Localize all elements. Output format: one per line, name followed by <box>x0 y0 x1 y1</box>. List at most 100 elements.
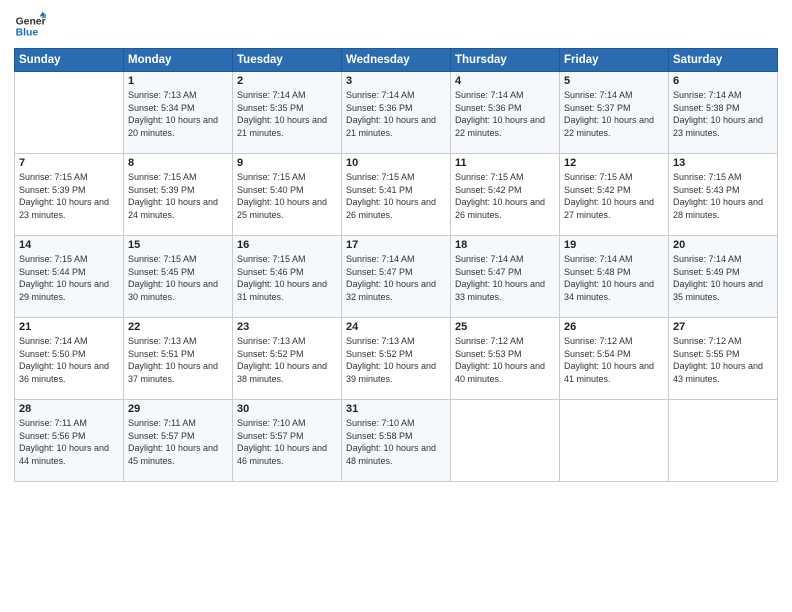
calendar-cell: 25 Sunrise: 7:12 AM Sunset: 5:53 PM Dayl… <box>451 318 560 400</box>
daylight-label: Daylight: 10 hours and 34 minutes. <box>564 279 654 302</box>
daylight-label: Daylight: 10 hours and 33 minutes. <box>455 279 545 302</box>
calendar-cell: 3 Sunrise: 7:14 AM Sunset: 5:36 PM Dayli… <box>342 72 451 154</box>
calendar-week-row: 21 Sunrise: 7:14 AM Sunset: 5:50 PM Dayl… <box>15 318 778 400</box>
header: General Blue <box>14 10 778 42</box>
day-number: 27 <box>673 321 773 333</box>
calendar-cell: 4 Sunrise: 7:14 AM Sunset: 5:36 PM Dayli… <box>451 72 560 154</box>
day-number: 21 <box>19 321 119 333</box>
weekday-header: Saturday <box>669 49 778 72</box>
sunset-label: Sunset: 5:34 PM <box>128 103 195 113</box>
calendar-week-row: 1 Sunrise: 7:13 AM Sunset: 5:34 PM Dayli… <box>15 72 778 154</box>
sunset-label: Sunset: 5:56 PM <box>19 431 86 441</box>
calendar-cell: 14 Sunrise: 7:15 AM Sunset: 5:44 PM Dayl… <box>15 236 124 318</box>
daylight-label: Daylight: 10 hours and 37 minutes. <box>128 361 218 384</box>
day-number: 11 <box>455 157 555 169</box>
day-info: Sunrise: 7:10 AM Sunset: 5:58 PM Dayligh… <box>346 417 446 467</box>
calendar-cell <box>15 72 124 154</box>
sunset-label: Sunset: 5:39 PM <box>128 185 195 195</box>
calendar-cell: 18 Sunrise: 7:14 AM Sunset: 5:47 PM Dayl… <box>451 236 560 318</box>
logo: General Blue <box>14 10 46 42</box>
calendar-body: 1 Sunrise: 7:13 AM Sunset: 5:34 PM Dayli… <box>15 72 778 482</box>
calendar-header-row: SundayMondayTuesdayWednesdayThursdayFrid… <box>15 49 778 72</box>
calendar-cell <box>669 400 778 482</box>
sunrise-label: Sunrise: 7:12 AM <box>455 336 524 346</box>
calendar-cell: 6 Sunrise: 7:14 AM Sunset: 5:38 PM Dayli… <box>669 72 778 154</box>
day-info: Sunrise: 7:12 AM Sunset: 5:54 PM Dayligh… <box>564 335 664 385</box>
day-info: Sunrise: 7:15 AM Sunset: 5:42 PM Dayligh… <box>564 171 664 221</box>
calendar-cell: 1 Sunrise: 7:13 AM Sunset: 5:34 PM Dayli… <box>124 72 233 154</box>
weekday-header: Sunday <box>15 49 124 72</box>
calendar-cell: 27 Sunrise: 7:12 AM Sunset: 5:55 PM Dayl… <box>669 318 778 400</box>
sunrise-label: Sunrise: 7:13 AM <box>237 336 306 346</box>
day-number: 15 <box>128 239 228 251</box>
sunrise-label: Sunrise: 7:15 AM <box>237 172 306 182</box>
day-info: Sunrise: 7:15 AM Sunset: 5:42 PM Dayligh… <box>455 171 555 221</box>
day-number: 1 <box>128 75 228 87</box>
weekday-header: Friday <box>560 49 669 72</box>
daylight-label: Daylight: 10 hours and 32 minutes. <box>346 279 436 302</box>
daylight-label: Daylight: 10 hours and 31 minutes. <box>237 279 327 302</box>
calendar-cell: 17 Sunrise: 7:14 AM Sunset: 5:47 PM Dayl… <box>342 236 451 318</box>
daylight-label: Daylight: 10 hours and 35 minutes. <box>673 279 763 302</box>
day-info: Sunrise: 7:11 AM Sunset: 5:57 PM Dayligh… <box>128 417 228 467</box>
sunset-label: Sunset: 5:55 PM <box>673 349 740 359</box>
day-number: 14 <box>19 239 119 251</box>
day-number: 26 <box>564 321 664 333</box>
calendar-cell: 24 Sunrise: 7:13 AM Sunset: 5:52 PM Dayl… <box>342 318 451 400</box>
day-number: 22 <box>128 321 228 333</box>
daylight-label: Daylight: 10 hours and 43 minutes. <box>673 361 763 384</box>
calendar-cell: 26 Sunrise: 7:12 AM Sunset: 5:54 PM Dayl… <box>560 318 669 400</box>
calendar-cell: 13 Sunrise: 7:15 AM Sunset: 5:43 PM Dayl… <box>669 154 778 236</box>
daylight-label: Daylight: 10 hours and 21 minutes. <box>346 115 436 138</box>
day-number: 12 <box>564 157 664 169</box>
daylight-label: Daylight: 10 hours and 40 minutes. <box>455 361 545 384</box>
day-info: Sunrise: 7:15 AM Sunset: 5:45 PM Dayligh… <box>128 253 228 303</box>
sunrise-label: Sunrise: 7:14 AM <box>19 336 88 346</box>
daylight-label: Daylight: 10 hours and 36 minutes. <box>19 361 109 384</box>
day-number: 6 <box>673 75 773 87</box>
sunrise-label: Sunrise: 7:15 AM <box>455 172 524 182</box>
sunrise-label: Sunrise: 7:14 AM <box>673 254 742 264</box>
sunrise-label: Sunrise: 7:15 AM <box>673 172 742 182</box>
sunset-label: Sunset: 5:52 PM <box>346 349 413 359</box>
sunset-label: Sunset: 5:47 PM <box>346 267 413 277</box>
calendar-table: SundayMondayTuesdayWednesdayThursdayFrid… <box>14 48 778 482</box>
sunrise-label: Sunrise: 7:13 AM <box>128 90 197 100</box>
day-number: 29 <box>128 403 228 415</box>
calendar-cell: 10 Sunrise: 7:15 AM Sunset: 5:41 PM Dayl… <box>342 154 451 236</box>
svg-text:Blue: Blue <box>16 28 39 39</box>
sunset-label: Sunset: 5:44 PM <box>19 267 86 277</box>
day-number: 9 <box>237 157 337 169</box>
day-number: 19 <box>564 239 664 251</box>
day-info: Sunrise: 7:14 AM Sunset: 5:47 PM Dayligh… <box>346 253 446 303</box>
sunrise-label: Sunrise: 7:15 AM <box>128 172 197 182</box>
calendar-week-row: 28 Sunrise: 7:11 AM Sunset: 5:56 PM Dayl… <box>15 400 778 482</box>
day-number: 3 <box>346 75 446 87</box>
day-info: Sunrise: 7:10 AM Sunset: 5:57 PM Dayligh… <box>237 417 337 467</box>
calendar-cell: 23 Sunrise: 7:13 AM Sunset: 5:52 PM Dayl… <box>233 318 342 400</box>
sunset-label: Sunset: 5:40 PM <box>237 185 304 195</box>
daylight-label: Daylight: 10 hours and 30 minutes. <box>128 279 218 302</box>
daylight-label: Daylight: 10 hours and 41 minutes. <box>564 361 654 384</box>
daylight-label: Daylight: 10 hours and 38 minutes. <box>237 361 327 384</box>
day-number: 5 <box>564 75 664 87</box>
day-info: Sunrise: 7:12 AM Sunset: 5:53 PM Dayligh… <box>455 335 555 385</box>
daylight-label: Daylight: 10 hours and 21 minutes. <box>237 115 327 138</box>
day-number: 20 <box>673 239 773 251</box>
calendar-cell: 8 Sunrise: 7:15 AM Sunset: 5:39 PM Dayli… <box>124 154 233 236</box>
calendar-cell: 5 Sunrise: 7:14 AM Sunset: 5:37 PM Dayli… <box>560 72 669 154</box>
day-info: Sunrise: 7:13 AM Sunset: 5:52 PM Dayligh… <box>237 335 337 385</box>
daylight-label: Daylight: 10 hours and 24 minutes. <box>128 197 218 220</box>
sunset-label: Sunset: 5:35 PM <box>237 103 304 113</box>
sunrise-label: Sunrise: 7:14 AM <box>237 90 306 100</box>
sunset-label: Sunset: 5:46 PM <box>237 267 304 277</box>
sunset-label: Sunset: 5:57 PM <box>237 431 304 441</box>
day-info: Sunrise: 7:15 AM Sunset: 5:39 PM Dayligh… <box>128 171 228 221</box>
calendar-week-row: 14 Sunrise: 7:15 AM Sunset: 5:44 PM Dayl… <box>15 236 778 318</box>
sunset-label: Sunset: 5:42 PM <box>455 185 522 195</box>
daylight-label: Daylight: 10 hours and 26 minutes. <box>346 197 436 220</box>
page: General Blue SundayMondayTuesdayWednesda… <box>0 0 792 612</box>
sunrise-label: Sunrise: 7:13 AM <box>346 336 415 346</box>
day-number: 18 <box>455 239 555 251</box>
calendar-cell: 16 Sunrise: 7:15 AM Sunset: 5:46 PM Dayl… <box>233 236 342 318</box>
